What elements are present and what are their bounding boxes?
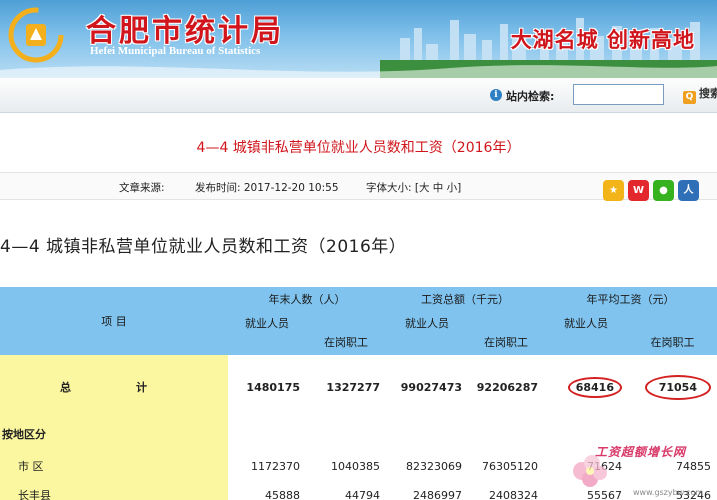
table-cell: 99027473 (386, 355, 468, 419)
row-label: 长丰县 (0, 483, 228, 500)
table-group-header-row: 项 目 年末人数（人） 工资总额（千元） 年平均工资（元） (0, 287, 717, 355)
highlight-circle: 71054 (644, 374, 711, 400)
bureau-logo-icon (8, 7, 64, 63)
table-row-total: 总计 1480175 1327277 99027473 92206287 684… (0, 355, 717, 419)
wechat-icon[interactable]: ● (653, 180, 674, 201)
watermark-text: 工资超额增长网 (595, 445, 687, 459)
table-cell: 44794 (345, 488, 380, 500)
total-label-right: 计 (136, 381, 147, 394)
sub-header: 在岗职工 (468, 311, 544, 355)
star-share-icon[interactable]: ★ (603, 180, 624, 201)
highlight-circle: 68416 (567, 376, 622, 398)
sub-header: 在岗职工 (628, 311, 717, 355)
group-header: 年末人数（人） (228, 287, 386, 311)
renren-icon[interactable]: 人 (678, 180, 699, 201)
table-cell: 45888 (265, 488, 300, 500)
info-icon: i (490, 89, 502, 101)
table-cell: 1480175 (228, 355, 306, 419)
article-title: 4—4 城镇非私营单位就业人员数和工资（2016年） (196, 140, 521, 156)
group-header: 工资总额（千元） (386, 287, 544, 311)
table-cell: 82323069 (406, 459, 462, 473)
watermark-url: www.gszybw.com (633, 488, 704, 497)
table-cell: 2486997 (413, 488, 462, 500)
search-icon: Q (683, 91, 696, 104)
section-label: 按地区分 (0, 419, 228, 449)
search-label: 站内检索: (506, 90, 555, 103)
table-cell-highlighted: 68416 (544, 355, 628, 419)
row-label: 市 区 (0, 449, 228, 483)
search-button-label: 搜索 (699, 87, 717, 100)
site-header: 合肥市统计局 Hefei Municipal Bureau of Statist… (0, 0, 717, 78)
site-title: 合肥市统计局 (86, 14, 284, 49)
table-cell: 92206287 (468, 355, 544, 419)
table-cell: 1172370 (251, 459, 300, 473)
document-heading: 4—4 城镇非私营单位就业人员数和工资（2016年） (0, 237, 407, 257)
table-cell: 2408324 (489, 488, 538, 500)
search-bar: i 站内检索: Q 搜索 (0, 78, 717, 113)
table-cell: 76305120 (482, 459, 538, 473)
article-meta: 文章来源: 发布时间: 2017-12-20 10:55 字体大小: [大 中 … (0, 172, 717, 201)
slogan: 大湖名城 创新高地 (510, 27, 695, 52)
table-cell-highlighted: 71054 (628, 355, 717, 419)
sub-header: 就业人员 (544, 311, 628, 335)
sub-header: 在岗职工 (306, 311, 386, 355)
total-label-left: 总 (60, 381, 71, 394)
publish-time: 发布时间: 2017-12-20 10:55 (195, 182, 339, 194)
sub-header: 就业人员 (228, 311, 306, 335)
banner-wave (0, 65, 717, 78)
sub-header: 就业人员 (386, 311, 468, 335)
font-size-control[interactable]: 字体大小: [大 中 小] (366, 180, 461, 195)
table-cell: 1327277 (306, 355, 386, 419)
group-header: 年平均工资（元） (544, 287, 717, 311)
source-label: 文章来源: (119, 182, 165, 194)
project-header: 项 目 (0, 287, 228, 355)
search-button[interactable]: Q 搜索 (683, 85, 717, 105)
total-label: 总计 (0, 355, 228, 419)
site-subtitle: Hefei Municipal Bureau of Statistics (90, 45, 261, 57)
table-cell: 1040385 (331, 459, 380, 473)
weibo-icon[interactable]: W (628, 180, 649, 201)
search-input[interactable] (573, 84, 664, 105)
